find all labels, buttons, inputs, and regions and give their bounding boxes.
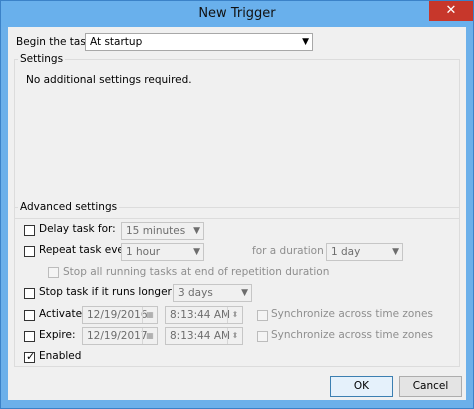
expire-label: Expire: — [39, 329, 76, 341]
stop-longer-select[interactable]: 3 days ▼ — [173, 284, 252, 302]
stop-all-checkbox[interactable] — [48, 267, 59, 278]
repeat-select[interactable]: 1 hour ▼ — [121, 243, 204, 261]
expire-sync-label: Synchronize across time zones — [271, 329, 433, 341]
expire-time-value: 8:13:44 AM — [170, 330, 231, 342]
activate-time-value: 8:13:44 AM — [170, 309, 231, 321]
dialog-client: Begin the task: At startup ▼ Settings No… — [8, 27, 466, 400]
delay-label: Delay task for: — [39, 223, 116, 235]
enabled-label: Enabled — [39, 350, 82, 362]
calendar-icon[interactable]: ▦ — [142, 328, 157, 344]
chevron-down-icon: ▼ — [392, 247, 399, 257]
duration-select[interactable]: 1 day ▼ — [326, 243, 403, 261]
settings-message: No additional settings required. — [26, 74, 192, 86]
activate-checkbox[interactable] — [24, 310, 35, 321]
activate-sync-checkbox[interactable] — [257, 310, 268, 321]
close-icon: ✕ — [445, 3, 457, 18]
expire-date-field[interactable]: 12/19/2017 ▦ — [82, 327, 158, 345]
stop-longer-checkbox[interactable] — [24, 288, 35, 299]
dialog-window: New Trigger ✕ Begin the task: At startup… — [0, 0, 474, 409]
begin-task-label: Begin the task: — [16, 36, 96, 48]
duration-value: 1 day — [331, 246, 361, 258]
close-button[interactable]: ✕ — [429, 1, 473, 21]
activate-sync-label: Synchronize across time zones — [271, 308, 433, 320]
delay-value: 15 minutes — [126, 225, 186, 237]
spin-up-down-icon[interactable]: ⬍ — [227, 307, 242, 323]
activate-label: Activate: — [39, 308, 86, 320]
checkmark-icon: ✓ — [26, 350, 36, 363]
begin-task-value: At startup — [90, 36, 143, 48]
activate-time-field[interactable]: 8:13:44 AM ⬍ — [165, 306, 243, 324]
stop-all-label: Stop all running tasks at end of repetit… — [63, 266, 330, 278]
expire-date-value: 12/19/2017 — [87, 330, 148, 342]
activate-date-value: 12/19/2016 — [87, 309, 148, 321]
advanced-settings-title: Advanced settings — [18, 201, 120, 213]
delay-checkbox[interactable] — [24, 225, 35, 236]
settings-group-title: Settings — [18, 53, 66, 65]
calendar-icon[interactable]: ▦ — [142, 307, 157, 323]
window-title: New Trigger — [198, 6, 276, 21]
repeat-checkbox[interactable] — [24, 246, 35, 257]
spin-up-down-icon[interactable]: ⬍ — [227, 328, 242, 344]
expire-time-field[interactable]: 8:13:44 AM ⬍ — [165, 327, 243, 345]
delay-select[interactable]: 15 minutes ▼ — [121, 222, 204, 240]
chevron-down-icon: ▼ — [193, 247, 200, 257]
chevron-down-icon: ▼ — [193, 226, 200, 236]
chevron-down-icon: ▼ — [302, 37, 309, 47]
enabled-checkbox[interactable]: ✓ — [24, 350, 36, 363]
title-bar[interactable]: New Trigger ✕ — [1, 1, 473, 27]
stop-longer-value: 3 days — [178, 287, 213, 299]
expire-checkbox[interactable] — [24, 331, 35, 342]
activate-date-field[interactable]: 12/19/2016 ▦ — [82, 306, 158, 324]
ok-button[interactable]: OK — [330, 376, 393, 397]
chevron-down-icon: ▼ — [241, 288, 248, 298]
begin-task-select[interactable]: At startup ▼ — [85, 33, 313, 51]
repeat-value: 1 hour — [126, 246, 161, 258]
expire-sync-checkbox[interactable] — [257, 331, 268, 342]
cancel-button[interactable]: Cancel — [399, 376, 462, 397]
